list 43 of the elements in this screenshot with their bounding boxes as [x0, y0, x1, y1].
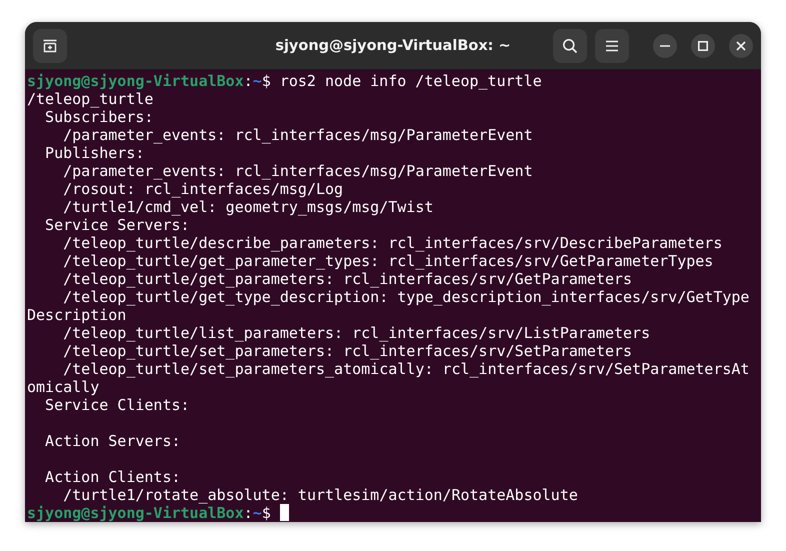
output-line: Subscribers: — [44, 108, 154, 126]
close-button[interactable] — [729, 34, 753, 58]
output-line: Action Clients: — [44, 468, 181, 486]
minimize-button[interactable] — [653, 34, 677, 58]
prompt-user-host: sjyong@sjyong-VirtualBox — [27, 504, 244, 522]
output-line: /teleop_turtle/get_parameter_types: rcl_interfaces/srv/GetParameterTypes — [62, 252, 714, 270]
prompt-user-host: sjyong@sjyong-VirtualBox — [27, 72, 244, 90]
output-line: Action Servers: — [44, 432, 181, 450]
output-line: /parameter_events: rcl_interfaces/msg/ParameterEvent — [62, 126, 533, 144]
maximize-button[interactable] — [691, 34, 715, 58]
menu-icon — [605, 40, 619, 52]
prompt-path: ~ — [252, 72, 262, 90]
output-line: omically — [27, 378, 100, 396]
prompt-symbol: $ — [262, 72, 271, 90]
output-line: /rosout: rcl_interfaces/msg/Log — [62, 180, 344, 198]
prompt-symbol: $ — [262, 504, 271, 522]
output-line: /turtle1/cmd_vel: geometry_msgs/msg/Twist — [62, 198, 434, 216]
output-line: /teleop_turtle/set_parameters_atomically: rcl_interfaces/srv/SetParametersAt — [62, 360, 750, 378]
output-line: Description — [27, 306, 126, 324]
output-line: /turtle1/rotate_absolute: turtlesim/action/RotateAbsolute — [62, 486, 578, 504]
search-button[interactable] — [553, 28, 587, 62]
prompt-separator: : — [244, 504, 253, 522]
output-line: /teleop_turtle/get_parameters: rcl_interfaces/srv/GetParameters — [62, 270, 632, 288]
minimize-icon — [660, 44, 670, 46]
new-tab-button[interactable] — [33, 28, 67, 62]
prompt-path: ~ — [252, 504, 262, 522]
output-line: /teleop_turtle/list_parameters: rcl_interfaces/srv/ListParameters — [62, 324, 650, 342]
maximize-icon — [698, 40, 708, 50]
output-line: /teleop_turtle/set_parameters: rcl_interfaces/srv/SetParameters — [62, 342, 632, 360]
command-text: ros2 node info /teleop_turtle — [280, 72, 542, 90]
output-line: Service Clients: — [44, 396, 190, 414]
output-line: Service Servers: — [44, 216, 190, 234]
prompt-separator: : — [244, 72, 253, 90]
output-line: /teleop_turtle/describe_parameters: rcl_interfaces/srv/DescribeParameters — [62, 234, 722, 252]
close-icon — [736, 40, 746, 50]
menu-button[interactable] — [595, 28, 629, 62]
output-line: Publishers: — [44, 144, 144, 162]
output-line: /teleop_turtle — [27, 90, 154, 108]
output-line: /teleop_turtle/get_type_description: type_description_interfaces/srv/GetType — [62, 288, 750, 306]
new-tab-icon — [42, 38, 58, 54]
search-icon — [562, 38, 578, 54]
window-title: sjyong@sjyong-VirtualBox: ~ — [275, 38, 511, 54]
output-line: /parameter_events: rcl_interfaces/msg/ParameterEvent — [62, 162, 533, 180]
